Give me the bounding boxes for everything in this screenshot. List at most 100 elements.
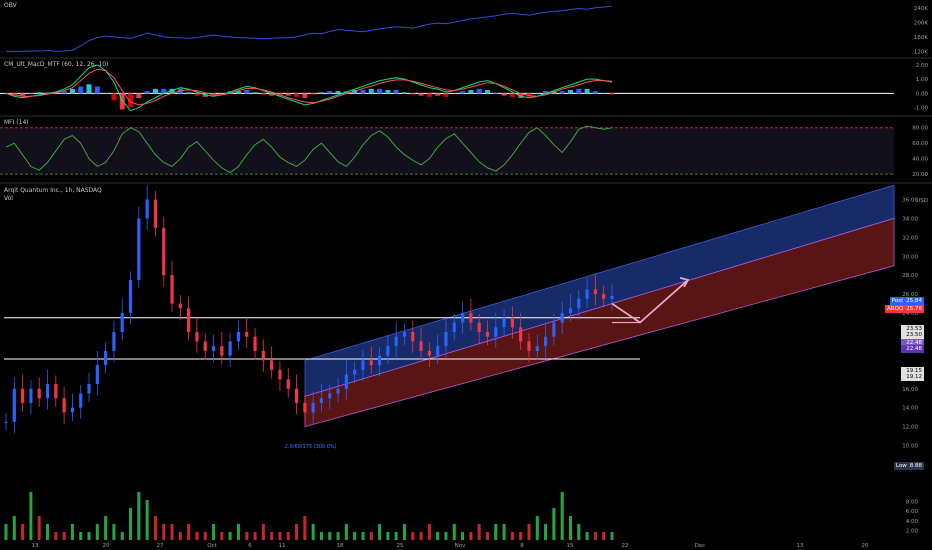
macd-histogram-bar — [302, 93, 308, 98]
macd-tick-label: -1.00 — [914, 106, 929, 112]
price-candle-body — [527, 341, 531, 351]
macd-histogram-bar — [592, 91, 598, 94]
volume-bar — [585, 532, 589, 540]
price-candle-body — [311, 402, 315, 413]
mfi-tick-label: 40.00 — [912, 157, 928, 163]
price-tick-label: 12.00 — [902, 425, 918, 431]
price-candle-body — [137, 218, 141, 280]
price-candle-body — [303, 402, 307, 413]
volume-bar — [129, 508, 133, 540]
price-candle-body — [577, 298, 581, 309]
macd-histogram-bar — [435, 93, 441, 96]
macd-histogram-bar — [260, 93, 266, 95]
obv-tick-label: 120K — [914, 49, 928, 55]
price-candle-body — [128, 279, 133, 314]
macd-histogram-bar — [393, 90, 399, 94]
macd-histogram-bar — [186, 92, 192, 94]
volume-bar — [220, 532, 224, 540]
volume-bar — [203, 532, 207, 540]
volume-bar — [610, 532, 614, 540]
macd-histogram-bar — [294, 93, 300, 97]
obv-tick-label: 160K — [914, 35, 928, 41]
price-tick-label: 32.00 — [902, 235, 918, 241]
volume-bar — [535, 516, 539, 540]
macd-histogram-bar — [368, 88, 374, 94]
macd-histogram-bar — [476, 88, 482, 94]
macd-histogram-bar — [410, 93, 416, 95]
price-candle-body — [369, 360, 373, 366]
volume-bar — [602, 532, 606, 540]
macd-histogram-bar — [443, 93, 449, 97]
volume-bar — [70, 524, 74, 540]
volume-bar — [170, 524, 174, 540]
price-candle-body — [21, 388, 25, 403]
macd-histogram-bar — [501, 93, 507, 96]
volume-bar — [228, 532, 232, 540]
price-candle-body — [112, 331, 116, 351]
price-tag: 19.12 — [901, 373, 924, 381]
volume-bar — [394, 532, 398, 540]
volume-bar — [568, 516, 572, 540]
price-candle-body — [543, 336, 548, 347]
volume-bar — [153, 516, 157, 540]
volume-bar — [137, 492, 141, 540]
volume-bar — [187, 524, 191, 540]
macd-histogram-bar — [401, 92, 407, 94]
volume-bar — [577, 524, 581, 540]
price-tag-value: 25.76 — [906, 306, 922, 312]
volume-bar — [236, 524, 240, 540]
x-tick-label: Dec — [695, 543, 706, 549]
x-tick-label: 15 — [567, 543, 574, 549]
macd-histogram-bar — [584, 88, 590, 94]
volume-bar — [527, 524, 531, 540]
price-candle-body — [419, 341, 423, 351]
price-tag: 23.50 — [901, 331, 924, 339]
volume-bar — [419, 532, 423, 540]
volume-bar — [37, 516, 41, 540]
price-candle-body — [245, 331, 249, 337]
macd-histogram-bar — [468, 90, 474, 94]
volume-bar — [253, 532, 257, 540]
price-axis-unit: USD — [916, 198, 928, 204]
price-candle-body — [436, 346, 440, 356]
volume-bar — [79, 532, 83, 540]
price-candle-body — [211, 346, 216, 351]
macd-histogram-bar — [601, 93, 607, 95]
macd-histogram-bar — [318, 92, 324, 94]
volume-bar — [270, 532, 274, 540]
macd-histogram-bar — [285, 93, 291, 96]
volume-bar — [29, 492, 33, 540]
price-candle-body — [377, 355, 382, 366]
price-tick-label: 30.00 — [902, 254, 918, 260]
x-tick-label: 11 — [279, 543, 286, 549]
price-tag-value: 23.50 — [906, 332, 922, 338]
price-candle-body — [444, 331, 448, 347]
price-candle-body — [37, 388, 41, 399]
macd-histogram-bar — [385, 90, 391, 94]
price-candle-body — [12, 388, 16, 422]
macd-histogram-bar — [418, 93, 424, 96]
volume-bar — [336, 532, 340, 540]
volume-bar — [436, 532, 440, 540]
price-candle-body — [361, 360, 365, 370]
price-candle-body — [195, 331, 199, 342]
volume-bar — [477, 524, 481, 540]
macd-histogram-bar — [534, 93, 540, 95]
price-candle-body — [552, 322, 556, 337]
price-tag-value: 25.84 — [906, 298, 922, 304]
price-candle-body — [236, 331, 241, 342]
volume-bar — [353, 532, 357, 540]
macd-histogram-bar — [377, 88, 383, 94]
volume-bar — [104, 516, 108, 540]
volume-bar — [95, 524, 99, 540]
volume-bar — [87, 532, 91, 540]
macd-pane-title: CM_Ult_MacD_MTF (60, 12, 26, 10) — [4, 61, 109, 68]
macd-histogram-bar — [484, 90, 490, 94]
macd-histogram-bar — [252, 92, 258, 94]
volume-tick-label: 8.00 — [906, 500, 919, 506]
mfi-tick-label: 80.00 — [912, 126, 928, 132]
volume-bar — [4, 524, 8, 540]
price-tick-label: 10.00 — [902, 444, 918, 450]
x-tick-label: 20 — [103, 543, 110, 549]
price-tick-label: 16.00 — [902, 387, 918, 393]
